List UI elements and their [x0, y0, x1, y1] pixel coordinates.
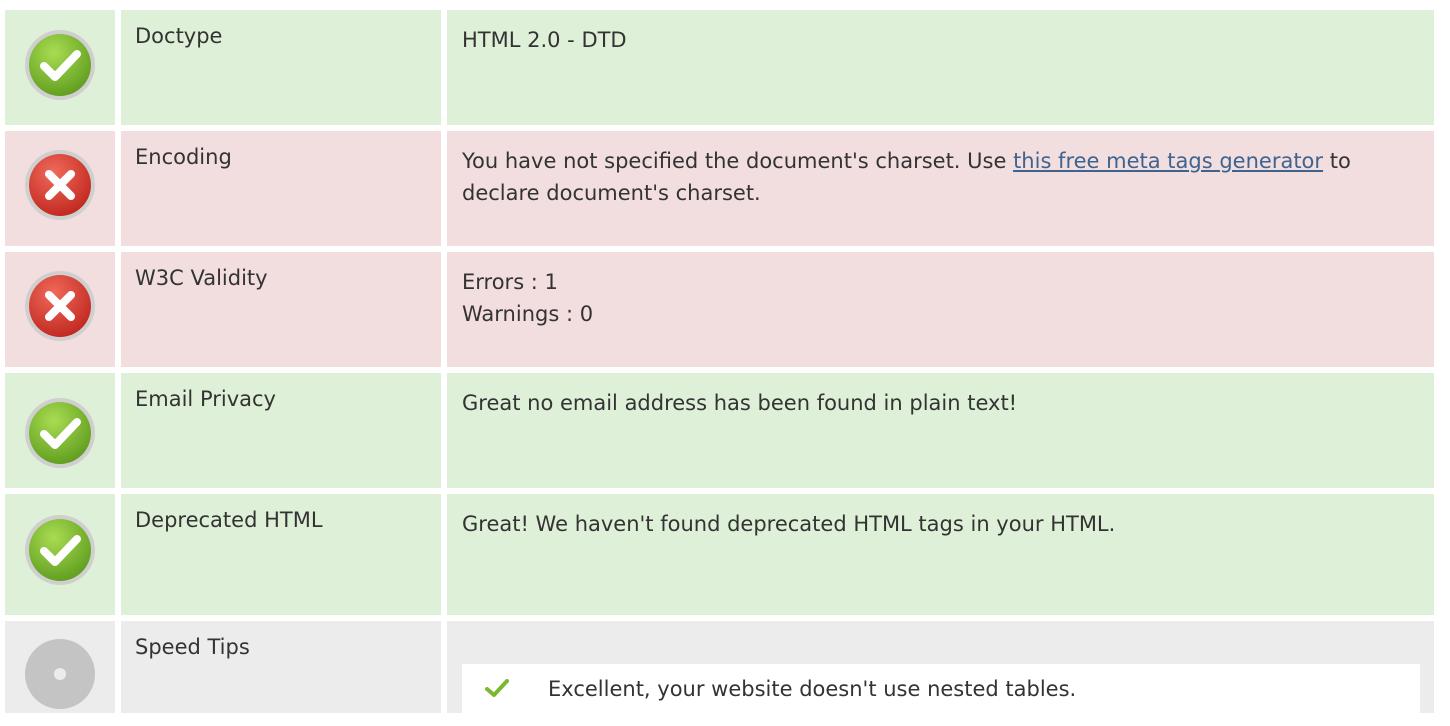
value-cell: Excellent, your website doesn't use nest…	[447, 621, 1434, 713]
check-circle-icon	[25, 515, 95, 585]
errors-count: Errors : 1	[462, 270, 558, 294]
value-cell: Great! We haven't found deprecated HTML …	[447, 494, 1434, 615]
tip-text: Excellent, your website doesn't use nest…	[548, 677, 1077, 701]
check-circle-icon	[25, 30, 95, 100]
result-row-encoding: Encoding You have not specified the docu…	[0, 131, 1450, 246]
value-cell: Errors : 1 Warnings : 0	[447, 252, 1434, 367]
row-value: HTML 2.0 - DTD	[462, 28, 627, 52]
row-value: Errors : 1 Warnings : 0	[462, 266, 1420, 330]
label-cell: Deprecated HTML	[121, 494, 441, 615]
warnings-count: Warnings : 0	[462, 302, 594, 326]
row-label: W3C Validity	[135, 266, 268, 290]
result-row-w3c-validity: W3C Validity Errors : 1 Warnings : 0	[0, 252, 1450, 367]
value-cell: You have not specified the document's ch…	[447, 131, 1434, 246]
status-cell	[5, 494, 115, 615]
info-circle-icon	[25, 639, 95, 709]
row-value: Great! We haven't found deprecated HTML …	[462, 512, 1116, 536]
row-label: Speed Tips	[135, 635, 250, 659]
speed-tips-list: Excellent, your website doesn't use nest…	[462, 664, 1420, 713]
label-cell: Speed Tips	[121, 621, 441, 713]
value-cell: HTML 2.0 - DTD	[447, 10, 1434, 125]
meta-tags-generator-link[interactable]: this free meta tags generator	[1013, 149, 1323, 173]
value-text-before: You have not specified the document's ch…	[462, 149, 1014, 173]
checkmark-icon	[485, 679, 509, 697]
result-row-speed-tips: Speed Tips Excellent, your website doesn…	[0, 621, 1450, 713]
result-row-deprecated-html: Deprecated HTML Great! We haven't found …	[0, 494, 1450, 615]
row-label: Email Privacy	[135, 387, 276, 411]
label-cell: Email Privacy	[121, 373, 441, 488]
row-label: Doctype	[135, 24, 223, 48]
result-row-doctype: Doctype HTML 2.0 - DTD	[0, 10, 1450, 125]
error-circle-icon	[25, 271, 95, 341]
row-value: You have not specified the document's ch…	[462, 145, 1420, 209]
status-cell	[5, 373, 115, 488]
status-cell	[5, 10, 115, 125]
row-label: Encoding	[135, 145, 232, 169]
label-cell: Encoding	[121, 131, 441, 246]
row-value: Great no email address has been found in…	[462, 391, 1018, 415]
list-item: Excellent, your website doesn't use nest…	[462, 664, 1420, 726]
result-row-email-privacy: Email Privacy Great no email address has…	[0, 373, 1450, 488]
status-cell	[5, 621, 115, 713]
value-cell: Great no email address has been found in…	[447, 373, 1434, 488]
label-cell: W3C Validity	[121, 252, 441, 367]
status-cell	[5, 252, 115, 367]
label-cell: Doctype	[121, 10, 441, 125]
row-label: Deprecated HTML	[135, 508, 323, 532]
error-circle-icon	[25, 150, 95, 220]
status-cell	[5, 131, 115, 246]
check-circle-icon	[25, 398, 95, 468]
